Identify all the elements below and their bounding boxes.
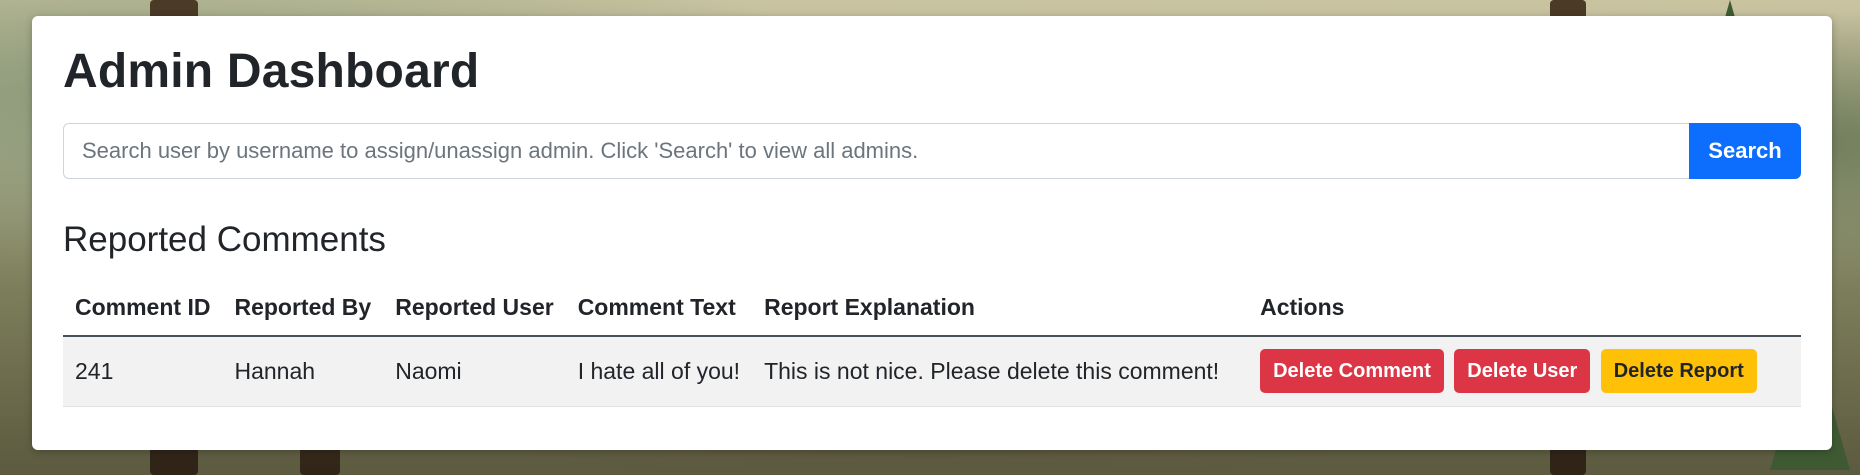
admin-dashboard-card: Admin Dashboard Search Reported Comments…: [32, 16, 1832, 450]
header-report-explanation: Report Explanation: [752, 280, 1249, 337]
header-reported-user: Reported User: [383, 280, 566, 337]
delete-comment-button[interactable]: Delete Comment: [1260, 349, 1444, 394]
cell-report-explanation: This is not nice. Please delete this com…: [752, 335, 1249, 407]
cell-reported-by: Hannah: [222, 335, 384, 407]
search-bar: Search: [63, 122, 1801, 179]
search-button[interactable]: Search: [1689, 122, 1801, 179]
header-comment-text: Comment Text: [565, 280, 753, 337]
header-comment-id: Comment ID: [63, 280, 223, 337]
table-header-row: Comment ID Reported By Reported User Com…: [63, 280, 1801, 337]
cell-actions: Delete Comment Delete User Delete Report: [1248, 335, 1801, 407]
header-actions: Actions: [1248, 280, 1801, 337]
cell-reported-user: Naomi: [383, 335, 566, 407]
cell-comment-id: 241: [63, 335, 223, 407]
reported-comments-table: Comment ID Reported By Reported User Com…: [63, 280, 1801, 407]
delete-user-button[interactable]: Delete User: [1454, 349, 1591, 394]
cell-comment-text: I hate all of you!: [565, 335, 753, 407]
delete-report-button[interactable]: Delete Report: [1600, 349, 1757, 394]
header-reported-by: Reported By: [222, 280, 384, 337]
reported-comments-heading: Reported Comments: [63, 219, 386, 259]
table-row: 241 Hannah Naomi I hate all of you! This…: [63, 335, 1801, 407]
page-title: Admin Dashboard: [63, 45, 480, 98]
search-input[interactable]: [63, 122, 1689, 179]
